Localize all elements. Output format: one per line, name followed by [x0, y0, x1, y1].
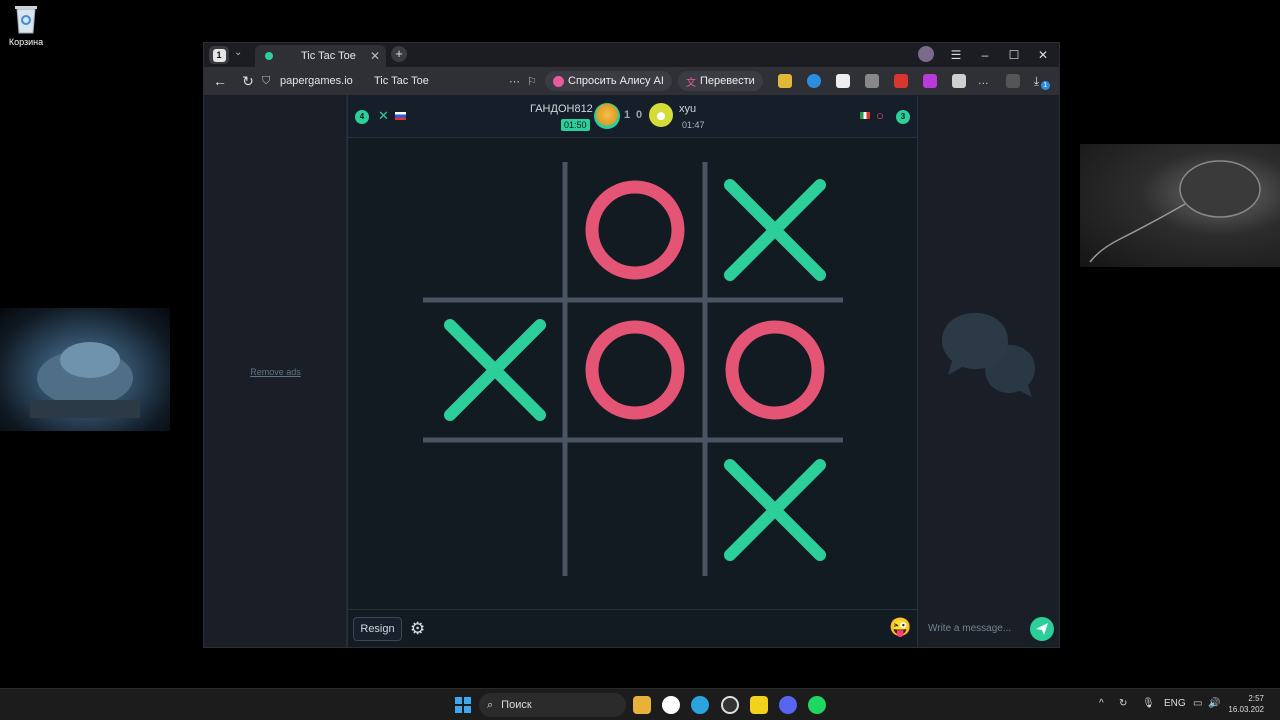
address-page-title: Tic Tac Toe: [374, 75, 429, 87]
extension-icon-5[interactable]: [893, 74, 908, 88]
site-info-icon[interactable]: ⛉: [262, 75, 280, 88]
send-message-button[interactable]: [1030, 617, 1054, 641]
clock[interactable]: 2:57 16.03.202: [1228, 693, 1264, 715]
spotify-icon[interactable]: [808, 696, 826, 714]
recycle-bin-icon: [13, 4, 39, 34]
ad-sidebar: Remove ads: [204, 95, 347, 647]
chat-panel: Write a message...: [918, 95, 1059, 647]
extension-icon-2[interactable]: [806, 74, 821, 88]
desktop-recycle-bin[interactable]: Корзина: [6, 4, 46, 47]
collections-icon[interactable]: [1005, 74, 1020, 88]
extension-icon-4[interactable]: [864, 74, 879, 88]
extension-icon-7[interactable]: [951, 74, 966, 88]
game-panel: 4 ✕ ГАНДОН812 01:50 1 0 xyu 01:47 ○ 3 Re…: [347, 95, 918, 647]
address-bar: ← ↻ ⛉ papergames.io Tic Tac Toe ⋯ ⚐ Спро…: [204, 67, 1059, 95]
board-cell-0-2[interactable]: [705, 160, 845, 300]
recycle-bin-label: Корзина: [8, 37, 44, 47]
menu-icon[interactable]: ☰: [942, 46, 970, 64]
start-windows-icon[interactable]: [455, 697, 471, 713]
ask-alice-button[interactable]: Спросить Алису AI: [545, 71, 672, 91]
browser-window: 1 ⌄ Tic Tac Toe ✕ + ☰ – ☐ ✕ ← ↻ ⛉ paperg…: [203, 42, 1060, 648]
player2-flag-icon: [860, 112, 870, 119]
emoji-reaction-icon[interactable]: 😜: [889, 617, 911, 638]
player1-avatar[interactable]: [594, 103, 620, 129]
search-icon: ⌕: [487, 698, 494, 711]
tray-chevron-icon[interactable]: ^: [1099, 698, 1104, 709]
tab-tic-tac-toe[interactable]: Tic Tac Toe ✕: [255, 45, 386, 67]
board-cell-2-0[interactable]: [425, 440, 565, 580]
volume-icon[interactable]: 🔊: [1208, 698, 1220, 709]
player2-level-badge: 3: [896, 110, 910, 124]
player1-score: 1: [624, 109, 631, 121]
chat-message-input[interactable]: Write a message...: [923, 617, 1027, 641]
microphone-icon[interactable]: 🎙: [1142, 698, 1155, 709]
extensions-more-icon[interactable]: …: [978, 75, 1000, 87]
address-url[interactable]: papergames.io: [280, 75, 374, 87]
discord-icon[interactable]: [779, 696, 797, 714]
webcam-overlay-left: [0, 308, 170, 431]
player1-name[interactable]: ГАНДОН812: [530, 103, 593, 115]
yandex-browser-icon[interactable]: [662, 696, 680, 714]
send-icon: [1036, 623, 1048, 635]
app-icon[interactable]: [750, 696, 768, 714]
player2-avatar[interactable]: [649, 103, 673, 127]
reload-icon[interactable]: ↻: [234, 73, 262, 90]
resign-button[interactable]: Resign: [353, 617, 402, 641]
telegram-icon[interactable]: [691, 696, 709, 714]
player2-name[interactable]: xyu: [679, 103, 696, 115]
maximize-icon[interactable]: ☐: [1000, 46, 1028, 64]
page-content: Remove ads 4 ✕ ГАНДОН812 01:50 1 0 xyu 0…: [204, 95, 1059, 647]
extension-icon-1[interactable]: [777, 74, 792, 88]
game-header: 4 ✕ ГАНДОН812 01:50 1 0 xyu 01:47 ○ 3: [348, 95, 917, 138]
board-cell-1-1[interactable]: [565, 300, 705, 440]
board-cell-1-2[interactable]: [705, 300, 845, 440]
player1-level-badge: 4: [355, 110, 369, 124]
player2-score: 0: [636, 109, 643, 121]
remove-ads-link[interactable]: Remove ads: [204, 367, 347, 377]
extension-icon-6[interactable]: [922, 74, 937, 88]
obs-icon[interactable]: [721, 696, 739, 714]
extension-icon-3[interactable]: [835, 74, 850, 88]
more-icon[interactable]: ⋯: [509, 75, 527, 88]
player1-timer: 01:50: [561, 119, 590, 131]
downloads-icon[interactable]: ⤓ 1: [1034, 74, 1050, 90]
board-cell-0-1[interactable]: [565, 160, 705, 300]
tray-sync-icon[interactable]: ↻: [1119, 698, 1127, 709]
tab-favicon-icon: [265, 52, 273, 60]
translate-button[interactable]: 文 Перевести: [677, 71, 763, 91]
player2-mark-icon: ○: [876, 108, 884, 123]
close-window-icon[interactable]: ✕: [1029, 46, 1057, 64]
settings-gear-icon[interactable]: ⚙: [410, 619, 425, 639]
tab-list-chevron-icon[interactable]: ⌄: [234, 47, 242, 58]
chat-bubbles-icon: [942, 313, 1035, 397]
network-icon[interactable]: ▭: [1193, 698, 1202, 709]
tab-count-button[interactable]: 1: [209, 46, 229, 64]
webcam-overlay-right: [1080, 144, 1280, 267]
board-cell-0-0[interactable]: [425, 160, 565, 300]
new-tab-button[interactable]: +: [391, 46, 407, 62]
file-explorer-icon[interactable]: [633, 696, 651, 714]
tab-bar: 1 ⌄ Tic Tac Toe ✕ + ☰ – ☐ ✕: [204, 43, 1059, 67]
close-tab-icon[interactable]: ✕: [370, 49, 386, 63]
board-cell-2-1[interactable]: [565, 440, 705, 580]
bookmark-icon[interactable]: ⚐: [527, 75, 545, 88]
alice-icon: [553, 75, 564, 87]
game-board: [423, 160, 845, 580]
profile-avatar[interactable]: [918, 46, 934, 62]
player1-mark-icon: ✕: [378, 108, 389, 123]
windows-taskbar: ⌕ Поиск ^ ↻ 🎙 ENG ▭ 🔊 2:57 16.03.202: [0, 688, 1280, 720]
game-footer: Resign ⚙ 😜: [348, 609, 917, 647]
board-cell-2-2[interactable]: [705, 440, 845, 580]
player1-flag-icon: [395, 112, 406, 120]
player2-timer: 01:47: [682, 120, 705, 130]
board-cell-1-0[interactable]: [425, 300, 565, 440]
minimize-icon[interactable]: –: [971, 46, 999, 64]
taskbar-search[interactable]: ⌕ Поиск: [479, 693, 626, 717]
language-indicator[interactable]: ENG: [1164, 698, 1186, 709]
back-icon[interactable]: ←: [206, 73, 234, 89]
translate-icon: 文: [685, 77, 696, 89]
